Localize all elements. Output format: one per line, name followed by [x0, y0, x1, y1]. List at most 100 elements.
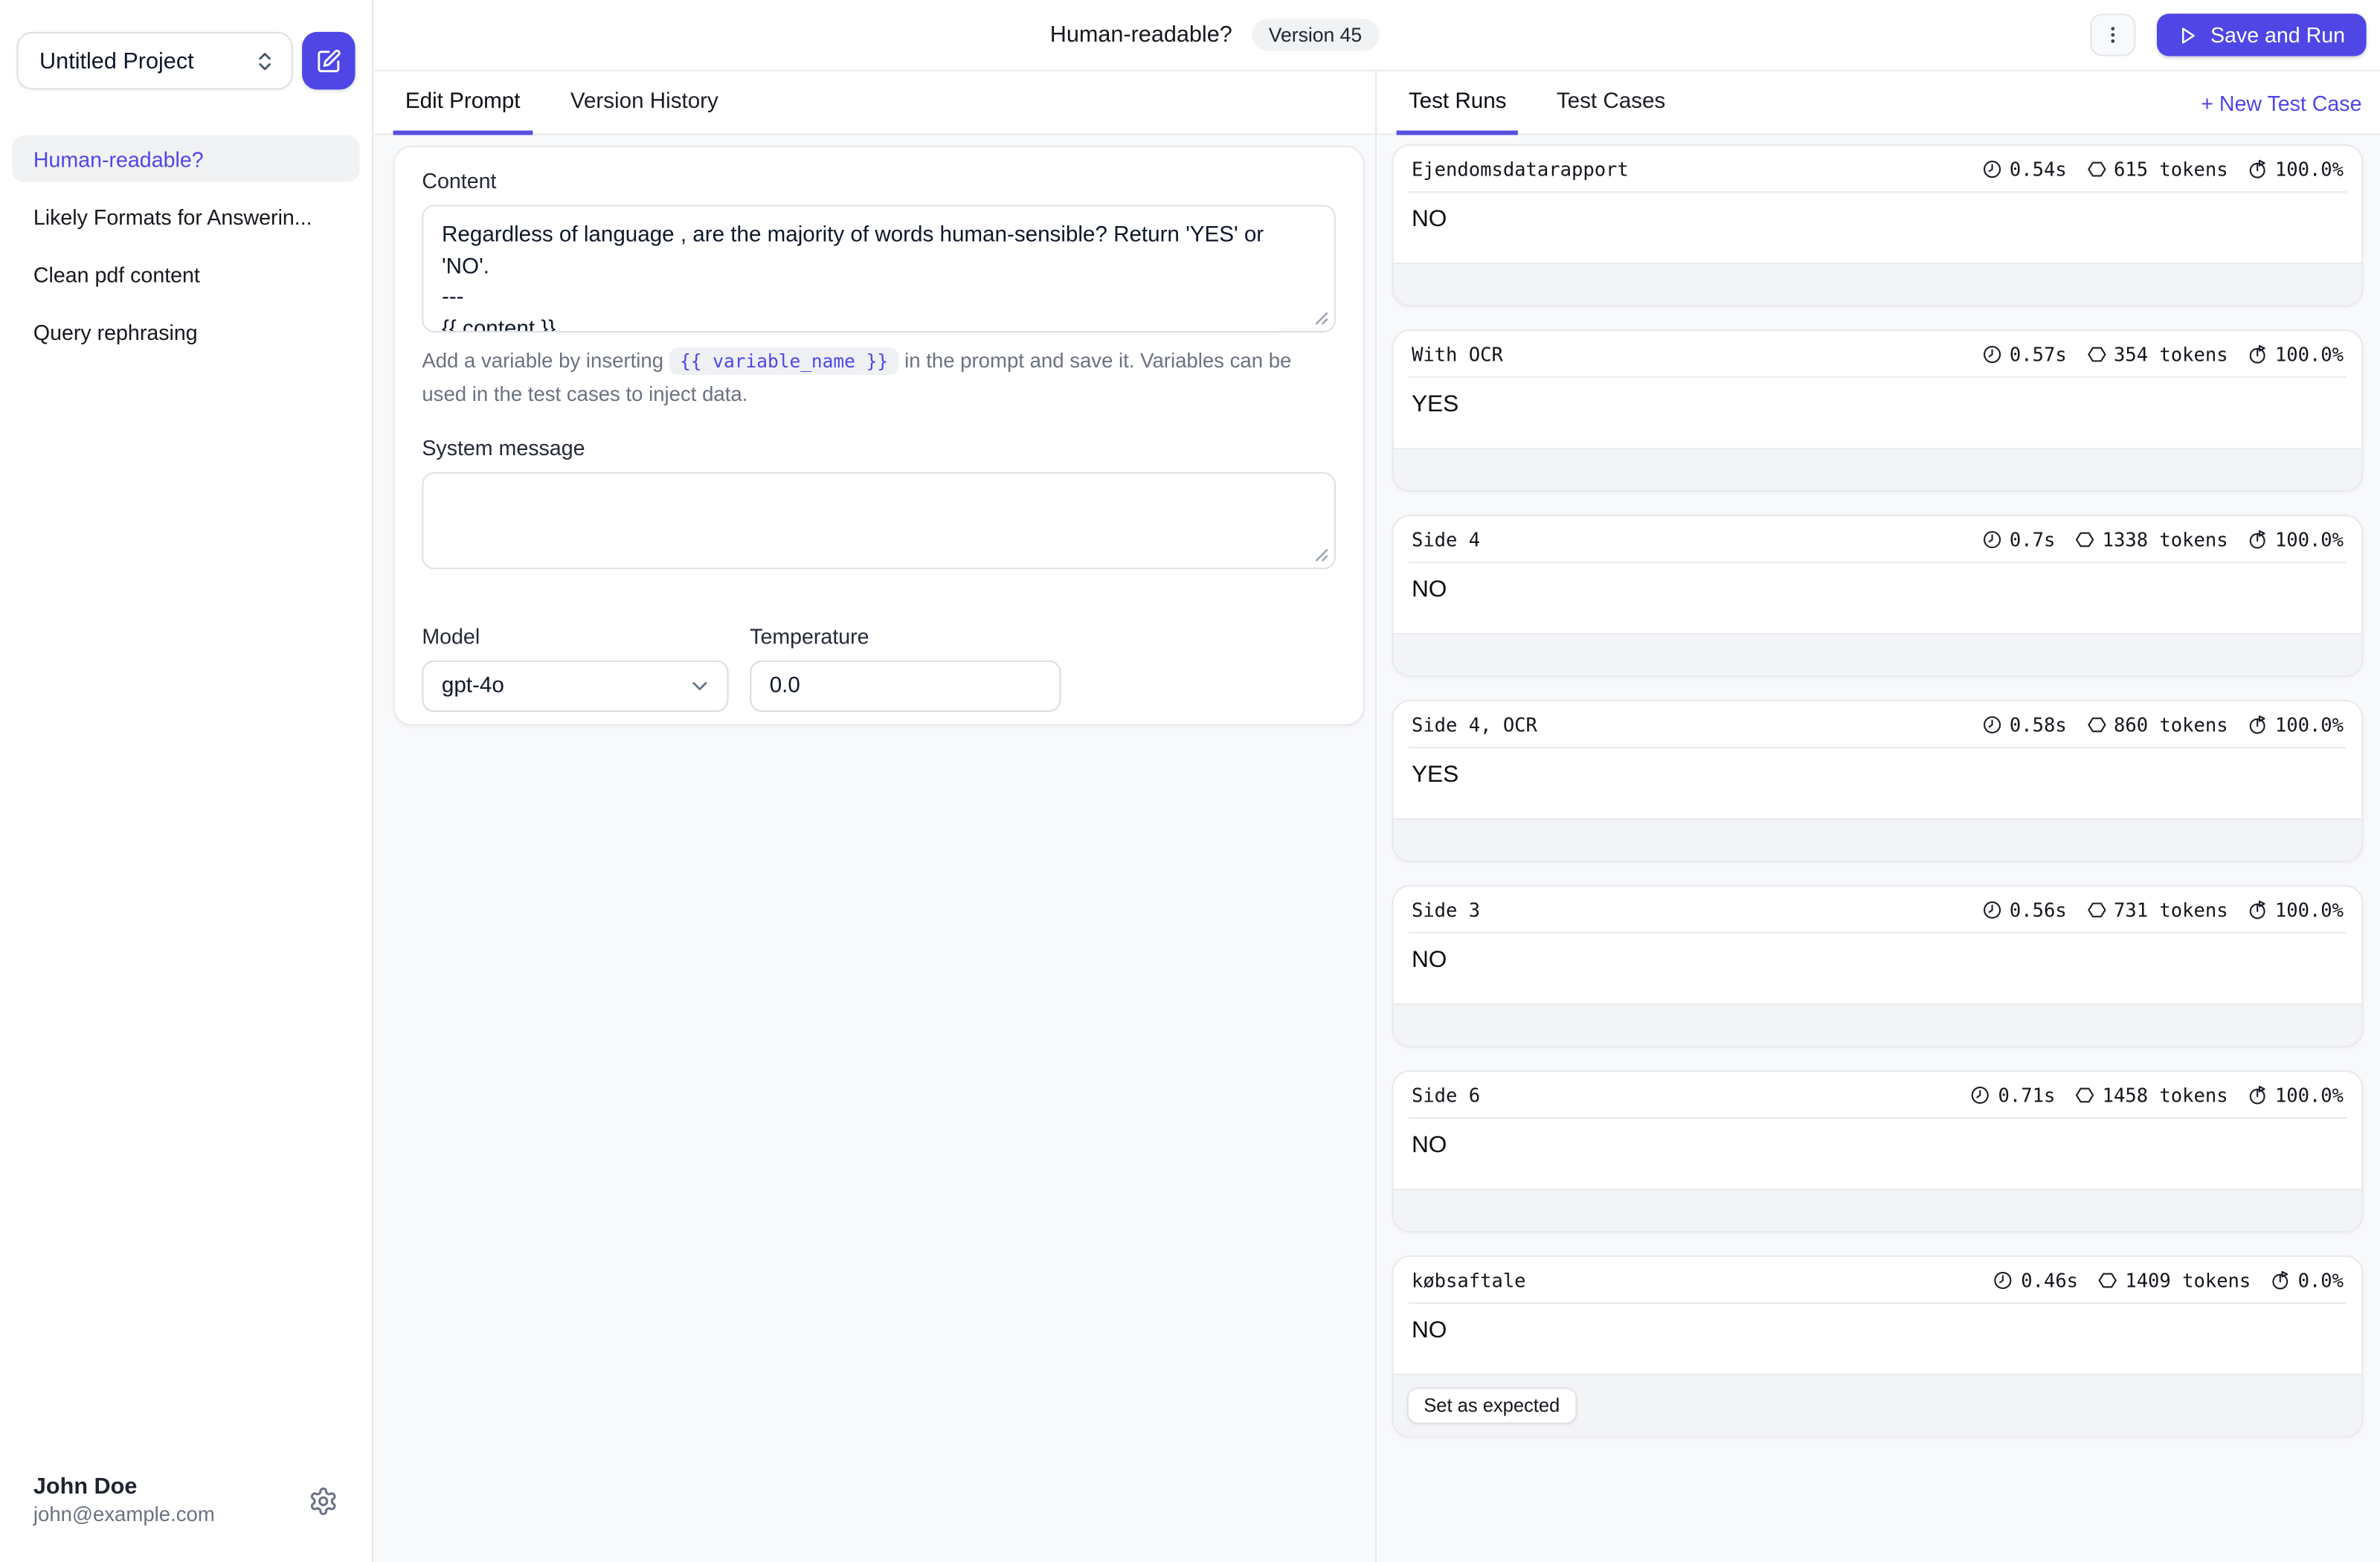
gauge-icon	[2248, 714, 2268, 734]
time-stat: 0.54s	[1982, 157, 2067, 180]
content-label: Content	[422, 168, 497, 193]
tab[interactable]: Version History	[559, 71, 731, 135]
temperature-label: Temperature	[750, 623, 869, 648]
tab[interactable]: Edit Prompt	[393, 71, 533, 135]
clock-icon	[1982, 344, 2002, 364]
accuracy-stat: 100.0%	[2248, 527, 2344, 550]
time-value: 0.54s	[2009, 157, 2067, 180]
sidebar-prompt-item[interactable]: Likely Formats for Answerin...	[12, 193, 359, 240]
test-run-card[interactable]: With OCR 0.57s 354 tokens 100.0% YES	[1392, 329, 2364, 492]
new-test-case-link[interactable]: + New Test Case	[2201, 90, 2361, 115]
test-run-name: Side 4	[1411, 527, 1481, 550]
user-row: John Doe john@example.com	[12, 1473, 359, 1529]
accuracy-stat: 100.0%	[2248, 1083, 2344, 1106]
test-run-name: With OCR	[1411, 342, 1503, 365]
time-stat: 0.71s	[1971, 1083, 2056, 1106]
variable-hint: Add a variable by inserting {{ variable_…	[422, 344, 1336, 412]
model-select[interactable]: gpt-4o	[422, 659, 729, 712]
hexagon-icon	[2086, 899, 2106, 919]
test-run-stats: 0.7s 1338 tokens 100.0%	[1982, 527, 2344, 550]
set-as-expected-button[interactable]: Set as expected	[1406, 1387, 1577, 1424]
time-value: 0.46s	[2021, 1268, 2079, 1291]
test-run-card[interactable]: Side 3 0.56s 731 tokens 100.0% NO	[1392, 884, 2364, 1048]
chevron-down-icon	[687, 673, 712, 698]
project-selector-value: Untitled Project	[39, 48, 194, 74]
pencil-square-icon	[315, 48, 341, 74]
content-textarea[interactable]: Regardless of language , are the majorit…	[422, 205, 1336, 332]
test-run-card[interactable]: Side 4, OCR 0.58s 860 tokens 100.0% YES	[1392, 699, 2364, 863]
hexagon-icon	[2086, 158, 2106, 179]
sidebar-prompt-item[interactable]: Query rephrasing	[12, 308, 359, 355]
test-run-stats: 0.58s 860 tokens 100.0%	[1982, 713, 2344, 736]
tokens-value: 1458 tokens	[2102, 1083, 2228, 1106]
test-run-result: YES	[1411, 391, 1459, 418]
save-and-run-button[interactable]: Save and Run	[2157, 13, 2367, 57]
test-run-result: NO	[1411, 1132, 1447, 1159]
user-info: John Doe john@example.com	[33, 1473, 215, 1529]
time-stat: 0.58s	[1982, 713, 2067, 736]
sidebar-prompt-label: Human-readable?	[33, 146, 204, 171]
model-label: Model	[422, 623, 480, 648]
test-run-name: købsaftale	[1411, 1268, 1526, 1291]
gauge-icon	[2248, 529, 2268, 549]
more-options-button[interactable]	[2090, 13, 2136, 57]
project-selector[interactable]: Untitled Project	[16, 31, 293, 90]
test-run-stats: 0.57s 354 tokens 100.0%	[1982, 342, 2344, 365]
test-run-card[interactable]: Ejendomsdatarapport 0.54s 615 tokens 100…	[1392, 144, 2364, 307]
chevrons-up-down-icon	[254, 49, 277, 72]
test-run-name: Side 6	[1411, 1083, 1481, 1106]
test-run-result: NO	[1411, 576, 1447, 603]
test-run-footer	[1393, 263, 2362, 306]
time-value: 0.56s	[2009, 898, 2067, 921]
time-stat: 0.46s	[1994, 1268, 2079, 1291]
tab-label: Test Runs	[1408, 89, 1507, 114]
test-run-card[interactable]: købsaftale 0.46s 1409 tokens 0.0% NO Set…	[1392, 1255, 2364, 1438]
test-run-footer: Set as expected	[1393, 1373, 2362, 1436]
test-run-result: NO	[1411, 1317, 1447, 1344]
tokens-value: 860 tokens	[2113, 713, 2228, 736]
test-run-footer	[1393, 818, 2362, 861]
gauge-icon	[2271, 1270, 2291, 1290]
topbar-actions: Save and Run	[2090, 13, 2367, 57]
test-run-result: NO	[1411, 947, 1447, 974]
accuracy-value: 100.0%	[2274, 1083, 2344, 1106]
test-runs-list: Ejendomsdatarapport 0.54s 615 tokens 100…	[1377, 135, 2380, 1562]
time-stat: 0.7s	[1982, 527, 2055, 550]
temperature-input[interactable]	[750, 659, 1061, 712]
sidebar-prompt-item[interactable]: Clean pdf content	[12, 251, 359, 298]
topbar: Human-readable? Version 45 Save and Run	[373, 0, 2380, 71]
tab-label: Edit Prompt	[405, 89, 521, 114]
system-message-textarea[interactable]	[422, 471, 1336, 569]
sidebar-prompt-item[interactable]: Human-readable?	[12, 135, 360, 182]
save-and-run-label: Save and Run	[2210, 22, 2346, 48]
tab[interactable]: Test Cases	[1544, 71, 1677, 135]
user-email: john@example.com	[33, 1503, 215, 1526]
test-run-name: Ejendomsdatarapport	[1411, 157, 1629, 180]
gear-icon[interactable]	[308, 1486, 338, 1517]
accuracy-value: 100.0%	[2274, 898, 2344, 921]
test-run-result: YES	[1411, 762, 1459, 788]
tokens-value: 731 tokens	[2113, 898, 2228, 921]
test-run-card[interactable]: Side 6 0.71s 1458 tokens 100.0% NO	[1392, 1070, 2364, 1233]
hexagon-icon	[2098, 1270, 2118, 1290]
tab[interactable]: Test Runs	[1396, 71, 1519, 135]
clock-icon	[1982, 714, 2002, 734]
editor-column: Edit Prompt Version History Content Rega…	[373, 71, 1377, 1562]
accuracy-value: 100.0%	[2274, 527, 2344, 550]
new-prompt-button[interactable]	[302, 31, 356, 90]
tokens-stat: 354 tokens	[2086, 342, 2228, 365]
test-run-card[interactable]: Side 4 0.7s 1338 tokens 100.0% NO	[1392, 514, 2364, 678]
play-icon	[2178, 25, 2199, 45]
accuracy-value: 100.0%	[2274, 157, 2344, 180]
clock-icon	[1994, 1270, 2014, 1290]
test-run-footer	[1393, 633, 2362, 676]
accuracy-stat: 100.0%	[2248, 713, 2344, 736]
tab-label: Test Cases	[1556, 89, 1666, 114]
gauge-icon	[2248, 158, 2268, 179]
time-value: 0.71s	[1998, 1083, 2056, 1106]
tokens-value: 1338 tokens	[2102, 527, 2228, 550]
test-run-footer	[1393, 1003, 2362, 1047]
tokens-stat: 860 tokens	[2086, 713, 2228, 736]
app-root: Untitled Project Human-readable? Likely …	[0, 0, 2380, 1562]
test-run-header: købsaftale 0.46s 1409 tokens 0.0%	[1393, 1257, 2361, 1302]
